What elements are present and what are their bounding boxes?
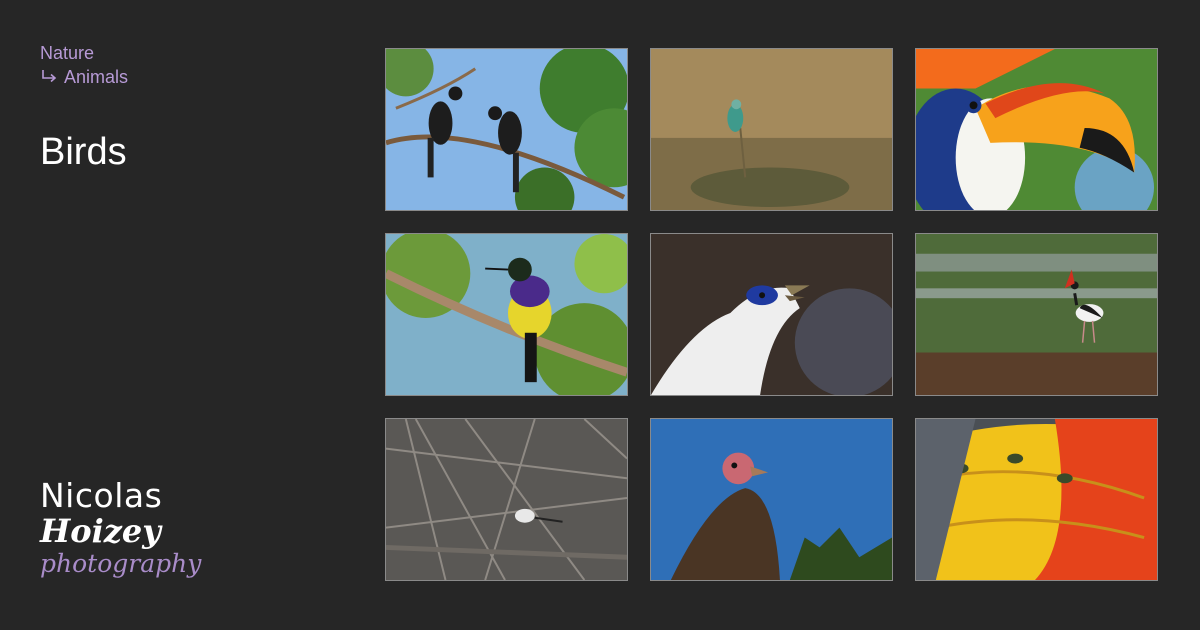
breadcrumb-current-item: Animals	[40, 65, 128, 89]
photo-tile-toucan[interactable]	[915, 48, 1158, 211]
logo-line-name: Nicolas	[40, 476, 163, 515]
breadcrumb-link-animals[interactable]: Animals	[64, 65, 128, 89]
two-birds-on-branch-photo	[386, 49, 627, 210]
sunbird-on-branch-photo	[386, 234, 627, 395]
page-title: Birds	[40, 131, 127, 173]
photo-tile-white-bird-portrait[interactable]	[650, 233, 893, 396]
photo-tile-parrot-feathers[interactable]	[915, 418, 1158, 581]
photo-tile-small-bird-in-bare-branches[interactable]	[385, 418, 628, 581]
white-bird-portrait-photo	[651, 234, 892, 395]
parrot-feathers-photo	[916, 419, 1157, 580]
photo-tile-sunbird-on-branch[interactable]	[385, 233, 628, 396]
small-bird-in-bare-branches-photo	[386, 419, 627, 580]
photo-tile-two-birds-on-branch[interactable]	[385, 48, 628, 211]
photo-grid	[385, 48, 1160, 582]
logo-line-tagline: photography	[40, 549, 202, 578]
breadcrumb: Nature Animals	[40, 41, 128, 89]
logo-line-surname: Hoizey	[40, 512, 161, 550]
photo-tile-vulture[interactable]	[650, 418, 893, 581]
roller-in-grass-photo	[651, 49, 892, 210]
toucan-photo	[916, 49, 1157, 210]
photo-tile-stork-in-marsh[interactable]	[915, 233, 1158, 396]
vulture-photo	[651, 419, 892, 580]
photo-tile-roller-in-grass[interactable]	[650, 48, 893, 211]
breadcrumb-link-nature[interactable]: Nature	[40, 41, 128, 65]
site-logo[interactable]: Nicolas Hoizey photography	[40, 476, 202, 580]
return-arrow-icon	[42, 70, 57, 83]
stork-in-marsh-photo	[916, 234, 1157, 395]
